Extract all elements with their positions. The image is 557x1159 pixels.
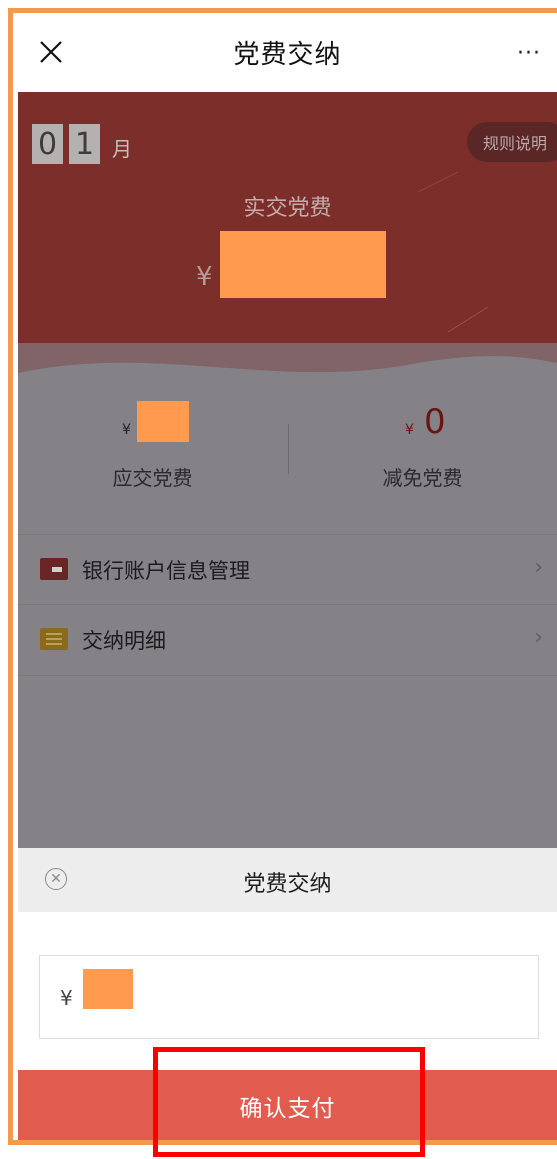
screenshot-frame: 党费交纳 ··· 0 1 月 规则说明 实交党费 ¥ ¥ 应交党费 ¥ 0 减免… <box>0 0 557 1159</box>
highlight-annotation-box <box>153 1047 425 1157</box>
screenshot-border <box>8 8 557 1145</box>
